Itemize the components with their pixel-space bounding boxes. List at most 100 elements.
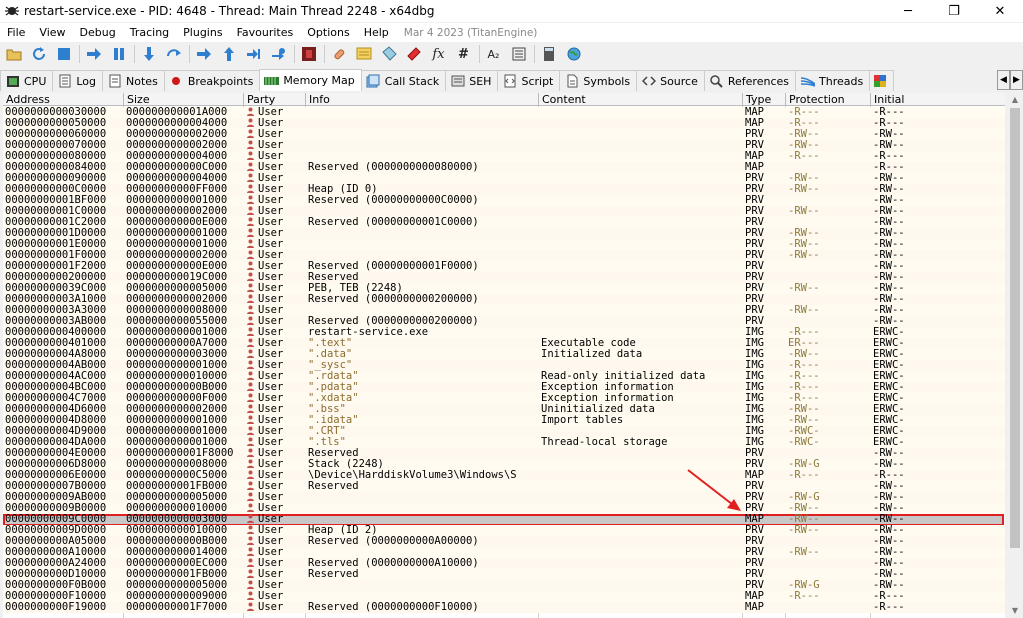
table-row[interactable]: 00000000004D6000 0000000000002000 User ".bs… — [3, 404, 1005, 415]
table-row[interactable]: 00000000001E0000 0000000000001000 User PRV -… — [3, 239, 1005, 250]
tab-cpu[interactable]: CPU — [0, 70, 54, 91]
table-row[interactable]: 00000000007B0000 00000000001FB000 User Rese… — [3, 481, 1005, 492]
stop-icon[interactable] — [54, 45, 73, 64]
tab-log[interactable]: Log — [52, 70, 104, 91]
run-to-user-code-icon[interactable] — [269, 45, 288, 64]
table-row[interactable]: 00000000004E0000 000000000001F8000 User Res… — [3, 448, 1005, 459]
table-row[interactable]: 00000000006E0000 00000000000C5000 User \Dev… — [3, 470, 1005, 481]
scylla-icon[interactable] — [299, 45, 318, 64]
tab-breakpoints[interactable]: Breakpoints — [163, 70, 261, 91]
step-over-icon[interactable] — [164, 45, 183, 64]
table-row[interactable]: 00000000004C7000 000000000000F000 User ".xd… — [3, 393, 1005, 404]
hash-icon[interactable]: # — [454, 45, 473, 64]
table-row[interactable]: 0000000000030000 000000000001A000 User MAP -… — [3, 107, 1005, 118]
execute-till-return-icon[interactable] — [244, 45, 263, 64]
open-icon[interactable] — [4, 45, 23, 64]
menu-options[interactable]: Options — [300, 26, 356, 39]
globe-icon[interactable] — [564, 45, 583, 64]
table-row[interactable]: 00000000009C0000 0000000000003000 User MAP -… — [3, 514, 1005, 525]
table-row[interactable]: 0000000000060000 0000000000002000 User PRV -… — [3, 129, 1005, 140]
table-row[interactable]: 0000000000050000 0000000000004000 User MAP -… — [3, 118, 1005, 129]
table-row[interactable]: 00000000001C0000 0000000000002000 User PRV -… — [3, 206, 1005, 217]
table-row[interactable]: 00000000009D0000 0000000000010000 User Heap… — [3, 525, 1005, 536]
menu-view[interactable]: View — [32, 26, 72, 39]
pause-icon[interactable] — [109, 45, 128, 64]
column-header-protection[interactable]: Protection — [786, 93, 871, 106]
scrollbar-thumb[interactable] — [1010, 108, 1020, 548]
menu-tracing[interactable]: Tracing — [123, 26, 176, 39]
table-row[interactable]: 000000000039C000 0000000000005000 User PEB,… — [3, 283, 1005, 294]
table-row[interactable]: 00000000003A1000 0000000000002000 User Rese… — [3, 294, 1005, 305]
table-row[interactable]: 00000000004A8000 0000000000003000 User ".da… — [3, 349, 1005, 360]
table-row[interactable]: 0000000000A24000 00000000000EC000 User Rese… — [3, 558, 1005, 569]
table-row[interactable]: 00000000001BF000 0000000000001000 User Rese… — [3, 195, 1005, 206]
font-icon[interactable]: A₂ — [484, 45, 503, 64]
column-header-size[interactable]: Size — [124, 93, 244, 106]
restart-icon[interactable] — [29, 45, 48, 64]
tab-notes[interactable]: Notes — [102, 70, 165, 91]
table-row[interactable]: 00000000003A3000 0000000000008000 User PRV -… — [3, 305, 1005, 316]
table-row[interactable]: 00000000001C2000 000000000000E000 User Rese… — [3, 217, 1005, 228]
label-icon[interactable] — [379, 45, 398, 64]
tab-memory-map[interactable]: Memory Map — [259, 69, 362, 91]
menu-file[interactable]: File — [0, 26, 32, 39]
tab-source[interactable]: Source — [636, 70, 705, 91]
table-row[interactable]: 0000000000A05000 000000000000B000 User Rese… — [3, 536, 1005, 547]
patch-icon[interactable] — [329, 45, 348, 64]
table-row[interactable]: 00000000001D0000 0000000000001000 User PRV -… — [3, 228, 1005, 239]
tab-symbols[interactable]: Symbols — [559, 70, 638, 91]
bookmark-icon[interactable] — [404, 45, 423, 64]
close-button[interactable]: ✕ — [977, 0, 1023, 22]
tab-threads[interactable]: Threads — [795, 70, 871, 91]
table-row[interactable]: 0000000000400000 0000000000001000 User rest… — [3, 327, 1005, 338]
table-row[interactable]: 00000000000C0000 00000000000FF000 User Heap… — [3, 184, 1005, 195]
tab-references[interactable]: References — [703, 70, 796, 91]
run-icon[interactable] — [84, 45, 103, 64]
table-row[interactable]: 0000000000070000 0000000000002000 User PRV -… — [3, 140, 1005, 151]
minimize-button[interactable]: ─ — [885, 0, 931, 22]
maximize-button[interactable]: ❐ — [931, 0, 977, 22]
function-icon[interactable]: fx — [429, 45, 448, 64]
menu-plugins[interactable]: Plugins — [176, 26, 229, 39]
column-header-address[interactable]: Address — [3, 93, 124, 106]
table-row[interactable]: 00000000009AB000 0000000000005000 User PRV -… — [3, 492, 1005, 503]
step-into-icon[interactable] — [139, 45, 158, 64]
tab-scroll-left-icon[interactable]: ◀ — [997, 70, 1010, 90]
table-row[interactable]: 00000000004AC000 0000000000010000 User ".rd… — [3, 371, 1005, 382]
column-header-content[interactable]: Content — [539, 93, 743, 106]
column-header-party[interactable]: Party — [244, 93, 306, 106]
table-row[interactable]: 0000000000401000 00000000000A7000 User ".te… — [3, 338, 1005, 349]
trace-into-icon[interactable] — [194, 45, 213, 64]
menu-favourites[interactable]: Favourites — [230, 26, 301, 39]
vertical-scrollbar[interactable]: ▲ ▼ — [1007, 93, 1023, 618]
table-row[interactable]: 00000000004BC000 000000000000B000 User ".pd… — [3, 382, 1005, 393]
column-header-initial[interactable]: Initial — [871, 93, 1005, 106]
table-row[interactable]: 0000000000D10000 00000000001FB000 User Rese… — [3, 569, 1005, 580]
menu-debug[interactable]: Debug — [73, 26, 123, 39]
column-header-info[interactable]: Info — [306, 93, 539, 106]
scroll-up-icon[interactable]: ▲ — [1009, 94, 1021, 106]
column-header-type[interactable]: Type — [743, 93, 786, 106]
table-row[interactable]: 0000000000F19000 00000000001F7000 User Rese… — [3, 602, 1005, 613]
tab-call-stack[interactable]: Call Stack — [360, 70, 447, 91]
tab-seh[interactable]: SEH — [445, 70, 499, 91]
table-row[interactable]: 0000000000F10000 0000000000009000 User MAP -… — [3, 591, 1005, 602]
tab-script[interactable]: Script — [497, 70, 561, 91]
table-row[interactable]: 0000000000080000 0000000000004000 User MAP -… — [3, 151, 1005, 162]
table-row[interactable]: 0000000000F0B000 0000000000005000 User PRV -… — [3, 580, 1005, 591]
table-row[interactable]: 00000000001F2000 000000000000E000 User Rese… — [3, 261, 1005, 272]
table-row[interactable]: 00000000001F0000 0000000000002000 User PRV -… — [3, 250, 1005, 261]
tab-scroll-right-icon[interactable]: ▶ — [1010, 70, 1023, 90]
table-row[interactable]: 0000000000090000 0000000000004000 User PRV -… — [3, 173, 1005, 184]
menu-help[interactable]: Help — [357, 26, 396, 39]
table-row[interactable]: 00000000009B0000 0000000000010000 User PRV -… — [3, 503, 1005, 514]
table-row[interactable]: 00000000004D8000 0000000000001000 User ".id… — [3, 415, 1005, 426]
table-row[interactable]: 00000000004DA000 0000000000001000 User ".tl… — [3, 437, 1005, 448]
table-row[interactable]: 0000000000084000 000000000000C000 User Rese… — [3, 162, 1005, 173]
strings-icon[interactable] — [509, 45, 528, 64]
table-row[interactable]: 0000000000A10000 0000000000014000 User PRV -… — [3, 547, 1005, 558]
table-row[interactable]: 00000000003AB000 0000000000055000 User Rese… — [3, 316, 1005, 327]
comment-icon[interactable] — [354, 45, 373, 64]
table-row[interactable]: 00000000004AB000 0000000000001000 User "_sy… — [3, 360, 1005, 371]
table-row[interactable]: 0000000000200000 000000000019C000 User Rese… — [3, 272, 1005, 283]
